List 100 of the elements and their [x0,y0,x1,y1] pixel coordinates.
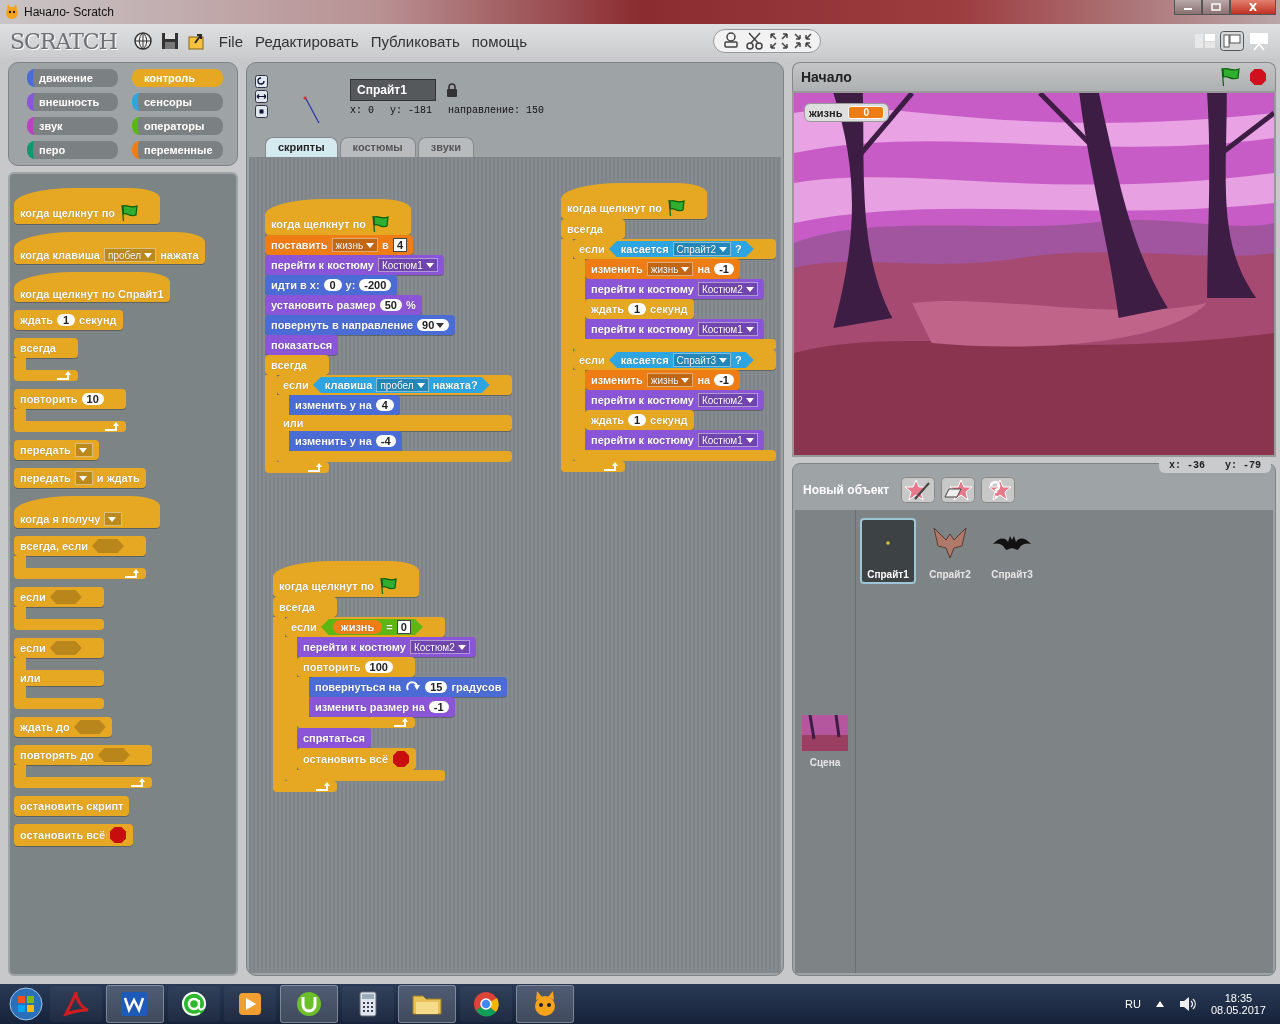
script-block[interactable]: показаться [265,335,339,355]
tab[interactable]: скрипты [265,137,338,157]
flip-style-icon[interactable] [255,90,268,103]
folder-sprite-icon[interactable] [941,477,976,503]
script-block[interactable]: изменить размер на -1 [309,697,455,717]
dropdown[interactable]: Костюм2 [409,640,470,654]
normal-stage-icon[interactable] [1220,31,1244,51]
folder-icon[interactable] [398,985,456,1023]
script-block[interactable]: ждать 1 секунд [14,310,123,330]
script-block[interactable]: повторить 10 [14,389,126,409]
script-block[interactable]: установить размер 50 % [265,295,422,315]
number-input[interactable]: -1 [714,374,734,386]
dropdown[interactable]: пробел [376,378,429,392]
mail-agent-icon[interactable] [168,986,220,1022]
sprite-tile[interactable]: Спрайт1 [860,518,916,584]
script-block[interactable]: перейти к костюму Костюм1 [585,430,764,450]
save-icon[interactable] [160,32,179,50]
clock-time[interactable]: 18:35 [1224,992,1253,1004]
script-block[interactable]: если жизнь = 0 [285,617,445,637]
script-block[interactable]: изменить у на 4 [289,395,400,415]
dropdown[interactable]: Костюм1 [377,258,438,272]
language-indicator[interactable]: RU [1125,998,1141,1010]
category-button[interactable]: внешность [27,93,118,111]
variable-monitor[interactable]: жизнь 0 [804,103,889,122]
scissors-icon[interactable] [744,31,766,51]
menu-item[interactable]: помощь [471,32,527,50]
close-button[interactable] [1230,0,1276,15]
script-block[interactable]: если касается Спрайт2 ? [573,239,776,259]
script-block[interactable]: изменить у на -4 [289,431,402,451]
text-input[interactable]: 4 [392,238,407,252]
dropdown[interactable]: жизнь [646,373,694,387]
number-input[interactable]: 10 [81,393,104,405]
category-button[interactable]: сенсоры [132,93,223,111]
shrink-icon[interactable] [792,31,814,51]
dropdown[interactable]: Костюм1 [697,433,758,447]
calculator-icon[interactable] [342,986,394,1022]
lock-icon[interactable] [446,83,458,97]
no-rotate-icon[interactable] [255,105,268,118]
script-block[interactable]: если клавиша пробел нажата? [277,375,512,395]
sprite-name-field[interactable]: Спрайт1 [350,79,436,101]
script-block[interactable]: повернуться на 15 градусов [309,677,508,697]
boolean-block[interactable]: касается Спрайт3 ? [608,352,754,368]
stage-thumbnail-drawing[interactable] [802,715,848,751]
dropdown[interactable]: Спрайт2 [672,242,732,256]
dropdown[interactable]: жизнь [646,262,694,276]
menu-item[interactable]: Публиковать [370,32,460,50]
boolean-block[interactable]: касается Спрайт2 ? [608,241,754,257]
number-input[interactable]: 50 [379,299,402,311]
dropdown[interactable] [104,512,123,526]
dropdown[interactable]: жизнь [331,238,379,252]
menu-item[interactable]: Редактировать [255,32,359,50]
number-input[interactable]: 100 [364,661,393,673]
dropdown[interactable] [74,443,93,457]
document-app-icon[interactable] [106,985,164,1023]
grow-icon[interactable] [768,31,790,51]
script-block[interactable]: перейти к костюму Костюм2 [297,637,476,657]
script-block[interactable]: перейти к костюму Костюм1 [585,319,764,339]
boolean-block[interactable]: клавиша пробел нажата? [312,377,490,393]
script-block[interactable]: повторить 100 [297,657,415,677]
media-player-icon[interactable] [224,986,276,1022]
number-input[interactable]: 4 [375,399,394,411]
rotate-style-icon[interactable] [255,75,268,88]
script-block[interactable]: ждать 1 секунд [585,299,694,319]
start-flag-icon[interactable] [1219,67,1241,87]
number-input[interactable]: -200 [359,279,392,291]
number-input[interactable]: 1 [57,314,76,326]
category-button[interactable]: звук [27,117,118,135]
torrent-app-icon[interactable] [280,985,338,1023]
maximize-button[interactable] [1202,0,1230,15]
script-block[interactable]: повернуть в направление 90 [265,315,456,335]
dropdown[interactable]: Спрайт3 [672,353,732,367]
dropdown[interactable] [74,471,93,485]
dropdown[interactable]: Костюм2 [697,282,758,296]
number-dropdown[interactable]: 90 [417,319,450,331]
number-input[interactable]: 1 [628,303,647,315]
number-input[interactable]: 1 [628,414,647,426]
stop-sign-icon[interactable] [1249,68,1267,86]
script-block[interactable]: перейти к костюму Костюм2 [585,279,764,299]
number-input[interactable]: -1 [428,701,449,713]
share-icon[interactable] [186,31,207,51]
minimize-button[interactable] [1174,0,1202,15]
number-input[interactable]: -4 [375,435,396,447]
script-block[interactable]: идти в x: 0 y: -200 [265,275,398,295]
script-block[interactable]: спрятаться [297,728,371,748]
script-block[interactable]: изменить жизнь на -1 [585,259,740,279]
tray-arrow-icon[interactable] [1154,1000,1165,1008]
number-input[interactable]: 0 [323,279,342,291]
script-block[interactable]: если касается Спрайт3 ? [573,350,776,370]
number-input[interactable]: -1 [714,263,734,275]
script-block[interactable]: поставить жизнь в 4 [265,235,413,255]
cat-app-icon[interactable] [516,985,574,1023]
script-block[interactable]: ждать 1 секунд [585,410,694,430]
category-button[interactable]: движение [27,69,118,87]
clock-date[interactable]: 08.05.2017 [1210,1004,1266,1016]
category-button[interactable]: переменные [132,141,223,159]
tab[interactable]: звуки [417,137,475,157]
text-input[interactable]: 0 [396,620,411,634]
boolean-block[interactable]: жизнь = 0 [320,619,423,635]
paint-sprite-icon[interactable] [901,477,936,503]
speaker-icon[interactable] [1178,996,1197,1012]
